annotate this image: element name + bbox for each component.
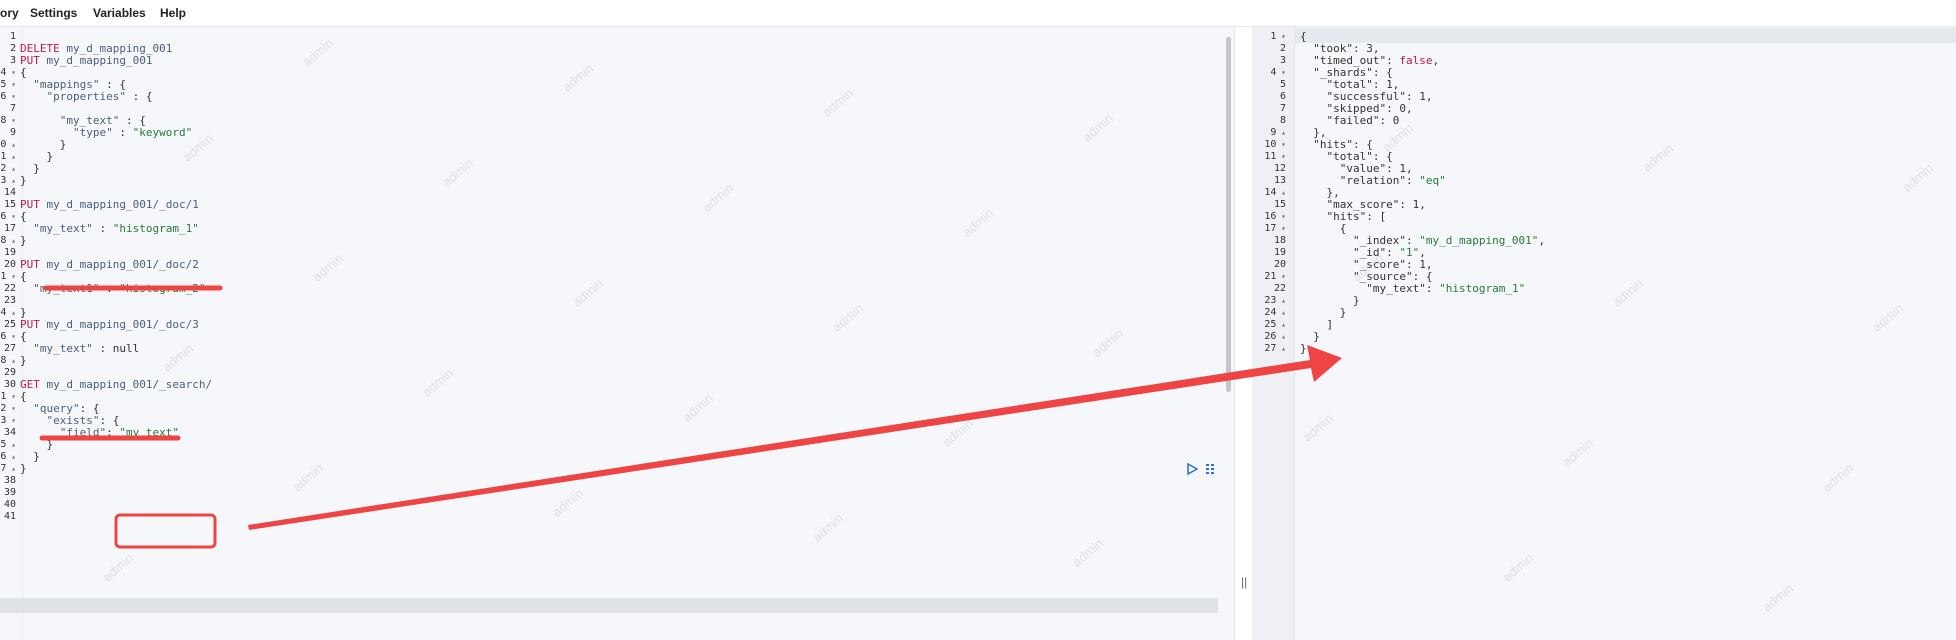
- response-code-line: }: [1300, 342, 1307, 355]
- menu-help[interactable]: Help: [160, 6, 186, 20]
- fold-close-icon[interactable]: ▴: [6, 164, 16, 173]
- editor-scrollbar[interactable]: [1226, 37, 1231, 392]
- resize-grip-icon[interactable]: ||: [1241, 575, 1247, 589]
- request-code-line: "my_text" : null: [33, 342, 140, 355]
- fold-close-icon[interactable]: ▴: [1276, 128, 1286, 137]
- request-code-line: }: [20, 462, 27, 475]
- fold-close-icon[interactable]: ▴: [6, 440, 16, 449]
- response-viewer: 1 ▾{2 "took": 3, 3 "timed_out": false, 4 ▾…: [1252, 27, 1956, 640]
- fold-close-icon[interactable]: ▴: [6, 308, 16, 317]
- fold-open-icon[interactable]: ▾: [1276, 224, 1286, 233]
- active-line-highlight: [0, 598, 1218, 613]
- request-editor[interactable]: 1 2 DELETE my_d_mapping_001 3 PUT my_d_mappi…: [0, 27, 1234, 640]
- request-line-number: 41: [3, 511, 16, 522]
- fold-close-icon[interactable]: ▴: [6, 236, 16, 245]
- fold-close-icon[interactable]: ▴: [6, 140, 16, 149]
- pane-resizer[interactable]: ||: [1234, 27, 1254, 640]
- fold-close-icon[interactable]: ▴: [1276, 188, 1286, 197]
- fold-open-icon[interactable]: ▾: [6, 212, 16, 221]
- fold-close-icon[interactable]: ▴: [1276, 332, 1286, 341]
- request-code-line: }: [20, 174, 27, 187]
- fold-open-icon[interactable]: ▾: [6, 272, 16, 281]
- play-icon[interactable]: [1186, 462, 1199, 478]
- menu-bar: ory Settings Variables Help: [0, 0, 1956, 27]
- request-code-line: }: [20, 234, 27, 247]
- menu-history[interactable]: ory: [0, 6, 19, 20]
- wrench-icon[interactable]: [1205, 463, 1215, 478]
- request-code-line: PUT my_d_mapping_001: [20, 54, 153, 67]
- fold-close-icon[interactable]: ▴: [6, 452, 16, 461]
- fold-close-icon[interactable]: ▴: [6, 176, 16, 185]
- fold-open-icon[interactable]: ▾: [6, 116, 16, 125]
- fold-open-icon[interactable]: ▾: [1276, 272, 1286, 281]
- fold-open-icon[interactable]: ▾: [6, 416, 16, 425]
- fold-open-icon[interactable]: ▾: [6, 68, 16, 77]
- response-line-number: 27 ▴: [1264, 343, 1286, 354]
- fold-close-icon[interactable]: ▴: [1276, 344, 1286, 353]
- fold-open-icon[interactable]: ▾: [1276, 68, 1286, 77]
- request-code-line: GET my_d_mapping_001/_search/: [20, 378, 213, 391]
- fold-close-icon[interactable]: ▴: [1276, 296, 1286, 305]
- fold-open-icon[interactable]: ▾: [1276, 140, 1286, 149]
- request-code-line: PUT my_d_mapping_001/_doc/3: [20, 318, 199, 331]
- fold-open-icon[interactable]: ▾: [6, 332, 16, 341]
- fold-close-icon[interactable]: ▴: [6, 464, 16, 473]
- fold-open-icon[interactable]: ▾: [1276, 32, 1286, 41]
- request-code-line: }: [20, 354, 27, 367]
- fold-open-icon[interactable]: ▾: [6, 80, 16, 89]
- request-code-line: "my_text1" : "histogram_2": [33, 282, 206, 295]
- request-code-line: "my_text" : "histogram_1": [33, 222, 199, 235]
- fold-open-icon[interactable]: ▾: [1276, 212, 1286, 221]
- menu-variables[interactable]: Variables: [93, 6, 146, 20]
- request-code-line: PUT my_d_mapping_001/_doc/2: [20, 258, 199, 271]
- fold-open-icon[interactable]: ▾: [6, 392, 16, 401]
- menu-settings[interactable]: Settings: [30, 6, 77, 20]
- fold-close-icon[interactable]: ▴: [6, 356, 16, 365]
- fold-close-icon[interactable]: ▴: [1276, 308, 1286, 317]
- response-first-line-highlight: [1294, 28, 1956, 43]
- fold-open-icon[interactable]: ▾: [6, 404, 16, 413]
- request-code-line: "properties" : {: [46, 90, 153, 103]
- fold-close-icon[interactable]: ▴: [1276, 320, 1286, 329]
- fold-open-icon[interactable]: ▾: [1276, 152, 1286, 161]
- request-code-line: PUT my_d_mapping_001/_doc/1: [20, 198, 199, 211]
- fold-open-icon[interactable]: ▾: [6, 92, 16, 101]
- fold-close-icon[interactable]: ▴: [6, 152, 16, 161]
